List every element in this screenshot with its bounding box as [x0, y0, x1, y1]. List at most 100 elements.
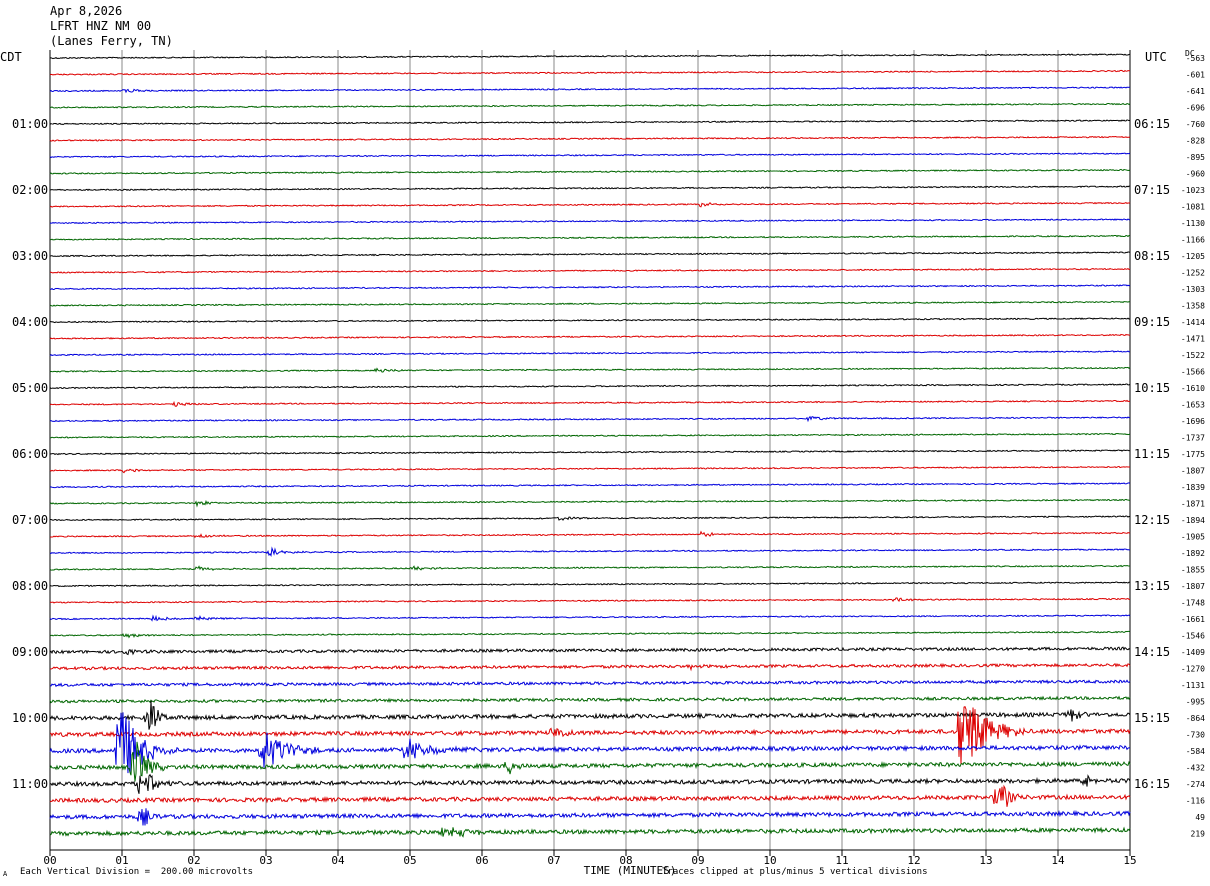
x-tick-label-15: 15	[1123, 854, 1136, 867]
trace-18	[49, 350, 1131, 357]
trace-17	[49, 333, 1131, 340]
axis-labels: 00 01 02 03 04 05 06 07 08 09 10 11 12 13 14 15TIME (MI…	[12, 54, 1205, 877]
x-tick-label-07: 07	[547, 854, 560, 867]
trace-28	[49, 515, 1131, 522]
corner-mark: A	[3, 870, 8, 878]
right-hour-label-5: 11:15	[1134, 447, 1170, 461]
dc-offset-5: -828	[1186, 137, 1205, 146]
dc-offset-12: -1205	[1181, 252, 1205, 261]
x-tick-label-05: 05	[403, 854, 416, 867]
left-hour-label-4: 05:00	[12, 381, 48, 395]
dc-offset-24: -1775	[1181, 450, 1205, 459]
x-tick-label-12: 12	[907, 854, 920, 867]
x-tick-label-14: 14	[1051, 854, 1065, 867]
trace-35	[49, 630, 1131, 639]
dc-offset-18: -1522	[1181, 351, 1205, 360]
x-tick-label-09: 09	[691, 854, 704, 867]
trace-14	[49, 284, 1131, 290]
trace-26	[49, 482, 1131, 489]
left-hour-label-0: 01:00	[12, 117, 48, 131]
left-hour-label-6: 07:00	[12, 513, 48, 527]
left-hour-label-1: 02:00	[12, 183, 48, 197]
dc-offset-0: -563	[1186, 54, 1205, 63]
dc-offset-22: -1696	[1181, 417, 1205, 426]
left-hour-label-10: 11:00	[12, 777, 48, 791]
dc-offset-44: -274	[1186, 780, 1205, 789]
dc-offset-15: -1358	[1181, 302, 1205, 311]
x-tick-label-02: 02	[187, 854, 200, 867]
dc-offset-43: -432	[1186, 764, 1205, 773]
dc-offset-34: -1661	[1181, 615, 1205, 624]
dc-offset-41: -730	[1186, 731, 1205, 740]
dc-offset-9: -1081	[1181, 203, 1205, 212]
dc-offset-14: -1303	[1181, 285, 1205, 294]
trace-7	[49, 168, 1131, 175]
trace-4	[49, 119, 1131, 126]
trace-34	[49, 614, 1131, 622]
right-hour-label-0: 06:15	[1134, 117, 1170, 131]
trace-32	[49, 581, 1131, 588]
dc-offset-10: -1130	[1181, 219, 1205, 228]
trace-38	[49, 679, 1131, 688]
trace-1	[49, 69, 1131, 76]
right-hour-label-4: 10:15	[1134, 381, 1170, 395]
dc-offset-32: -1807	[1181, 582, 1205, 591]
dc-offset-6: -895	[1186, 153, 1205, 162]
trace-8	[49, 185, 1131, 192]
dc-offset-23: -1737	[1181, 434, 1205, 443]
right-hour-label-8: 14:15	[1134, 645, 1170, 659]
trace-24	[49, 449, 1131, 456]
dc-offset-13: -1252	[1181, 269, 1205, 278]
left-hour-label-9: 10:00	[12, 711, 48, 725]
dc-offset-19: -1566	[1181, 368, 1205, 377]
dc-offset-38: -1131	[1181, 681, 1205, 690]
dc-offset-7: -960	[1186, 170, 1205, 179]
dc-offset-29: -1905	[1181, 533, 1205, 542]
dc-offset-8: -1023	[1181, 186, 1205, 195]
left-hour-label-5: 06:00	[12, 447, 48, 461]
trace-45	[49, 784, 1131, 807]
dc-offset-11: -1166	[1181, 236, 1205, 245]
dc-offset-20: -1610	[1181, 384, 1205, 393]
dc-offset-33: -1748	[1181, 599, 1205, 608]
clip-note: Traces clipped at plus/minus 5 vertical …	[662, 867, 928, 877]
x-tick-label-10: 10	[763, 854, 776, 867]
trace-6	[49, 152, 1131, 159]
dc-offset-27: -1871	[1181, 500, 1205, 509]
trace-16	[49, 317, 1131, 324]
trace-9	[49, 201, 1131, 208]
dc-offset-39: -995	[1186, 698, 1205, 707]
dc-offset-25: -1807	[1181, 467, 1205, 476]
trace-0	[49, 53, 1131, 60]
x-tick-label-11: 11	[835, 854, 848, 867]
dc-offset-26: -1839	[1181, 483, 1205, 492]
right-hour-label-10: 16:15	[1134, 777, 1170, 791]
dc-offset-42: -584	[1186, 747, 1205, 756]
trace-44	[49, 773, 1131, 794]
dc-offset-47: 219	[1191, 830, 1206, 839]
trace-36	[49, 646, 1131, 656]
trace-33	[49, 597, 1131, 604]
scale-note: Each Vertical Division = 200.00 microvol…	[20, 867, 253, 877]
dc-offset-1: -601	[1186, 71, 1205, 80]
trace-20	[49, 383, 1131, 390]
left-hour-label-7: 08:00	[12, 579, 48, 593]
trace-15	[49, 300, 1131, 307]
x-tick-label-04: 04	[331, 854, 345, 867]
dc-offset-31: -1855	[1181, 566, 1205, 575]
dc-offset-45: -116	[1186, 797, 1205, 806]
left-hour-label-8: 09:00	[12, 645, 48, 659]
trace-19	[49, 366, 1131, 373]
dc-offset-30: -1892	[1181, 549, 1205, 558]
right-hour-label-7: 13:15	[1134, 579, 1170, 593]
dc-offset-35: -1546	[1181, 632, 1205, 641]
trace-2	[49, 86, 1131, 94]
dc-offset-28: -1894	[1181, 516, 1205, 525]
trace-46	[49, 808, 1131, 826]
trace-30	[49, 546, 1131, 558]
trace-13	[49, 267, 1131, 274]
trace-3	[49, 102, 1131, 109]
dc-offset-3: -696	[1186, 104, 1205, 113]
dc-offset-40: -864	[1186, 714, 1205, 723]
x-tick-label-03: 03	[259, 854, 272, 867]
